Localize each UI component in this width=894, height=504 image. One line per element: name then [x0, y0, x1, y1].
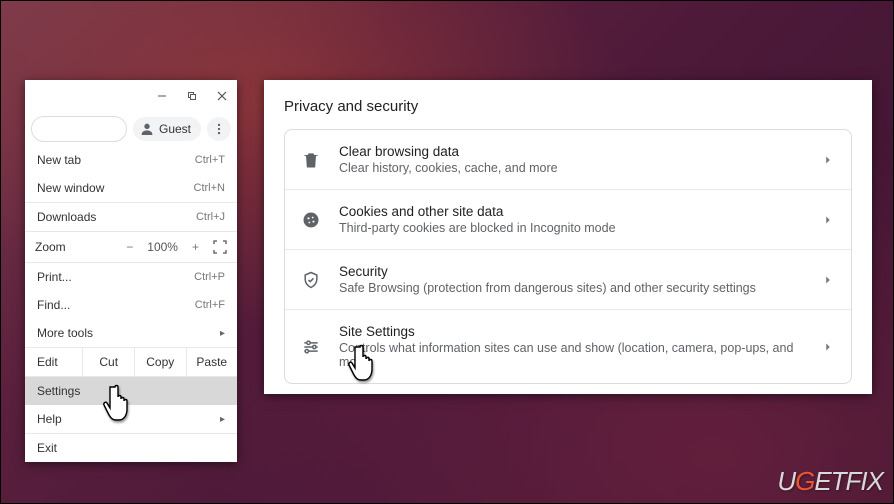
menu-more-tools[interactable]: More tools ▸: [25, 319, 237, 347]
menu-label: More tools: [37, 326, 93, 340]
sliders-icon: [301, 337, 321, 357]
setting-title: Clear browsing data: [339, 144, 803, 159]
chevron-right-icon: ▸: [220, 414, 225, 425]
copy-button[interactable]: Copy: [134, 348, 186, 376]
setting-subtitle: Clear history, cookies, cache, and more: [339, 161, 803, 175]
menu-label: Help: [37, 412, 62, 426]
paste-button[interactable]: Paste: [186, 348, 238, 376]
setting-title: Security: [339, 264, 803, 279]
menu-label: New window: [37, 181, 104, 195]
menu-new-tab[interactable]: New tab Ctrl+T: [25, 146, 237, 174]
row-site-settings[interactable]: Site Settings Controls what information …: [285, 309, 851, 383]
privacy-panel: Privacy and security Clear browsing data…: [264, 80, 872, 394]
row-security[interactable]: Security Safe Browsing (protection from …: [285, 249, 851, 309]
cookie-icon: [301, 210, 321, 230]
minimize-button[interactable]: [147, 80, 177, 112]
toolbar-row: Guest: [25, 112, 237, 146]
menu-settings[interactable]: Settings: [25, 377, 237, 405]
menu-label: Exit: [37, 441, 57, 455]
menu-label: Settings: [37, 384, 80, 398]
zoom-out-button[interactable]: −: [122, 238, 137, 256]
profile-chip[interactable]: Guest: [133, 117, 201, 141]
close-button[interactable]: [207, 80, 237, 112]
menu-shortcut: Ctrl+J: [196, 211, 225, 223]
menu-label: Downloads: [37, 210, 96, 224]
menu-shortcut: Ctrl+P: [194, 271, 225, 283]
menu-label: New tab: [37, 153, 81, 167]
fullscreen-icon[interactable]: [213, 240, 227, 254]
menu-shortcut: Ctrl+T: [195, 154, 225, 166]
row-cookies[interactable]: Cookies and other site data Third-party …: [285, 189, 851, 249]
setting-subtitle: Safe Browsing (protection from dangerous…: [339, 281, 803, 295]
menu-button[interactable]: [207, 117, 231, 141]
setting-text: Clear browsing data Clear history, cooki…: [339, 144, 803, 175]
chrome-menu-window: Guest New tab Ctrl+T New window Ctrl+N D…: [25, 80, 237, 462]
address-bar[interactable]: [31, 116, 127, 142]
menu-shortcut: Ctrl+F: [195, 299, 225, 311]
menu-print[interactable]: Print... Ctrl+P: [25, 263, 237, 291]
menu-find[interactable]: Find... Ctrl+F: [25, 291, 237, 319]
zoom-in-button[interactable]: +: [188, 238, 203, 256]
watermark: UGETFIX: [777, 466, 883, 497]
setting-text: Security Safe Browsing (protection from …: [339, 264, 803, 295]
zoom-label: Zoom: [35, 240, 66, 254]
setting-text: Cookies and other site data Third-party …: [339, 204, 803, 235]
edit-label: Edit: [25, 348, 82, 376]
setting-title: Site Settings: [339, 324, 803, 339]
menu-exit[interactable]: Exit: [25, 434, 237, 462]
person-icon: [139, 121, 155, 137]
chrome-menu: New tab Ctrl+T New window Ctrl+N Downloa…: [25, 146, 237, 462]
setting-title: Cookies and other site data: [339, 204, 803, 219]
panel-title: Privacy and security: [284, 98, 852, 115]
chevron-right-icon: [821, 273, 835, 287]
chevron-right-icon: ▸: [220, 328, 225, 339]
menu-edit-row: Edit Cut Copy Paste: [25, 348, 237, 376]
cut-button[interactable]: Cut: [82, 348, 134, 376]
close-icon: [217, 91, 227, 101]
chevron-right-icon: [821, 213, 835, 227]
dots-vertical-icon: [212, 122, 226, 136]
menu-shortcut: Ctrl+N: [194, 182, 225, 194]
maximize-icon: [187, 91, 197, 101]
menu-label: Find...: [37, 298, 70, 312]
chevron-right-icon: [821, 340, 835, 354]
menu-downloads[interactable]: Downloads Ctrl+J: [25, 203, 237, 231]
zoom-controls: − 100% +: [122, 238, 227, 256]
maximize-button[interactable]: [177, 80, 207, 112]
minimize-icon: [157, 91, 167, 101]
settings-card: Clear browsing data Clear history, cooki…: [284, 129, 852, 384]
setting-subtitle: Controls what information sites can use …: [339, 341, 803, 369]
profile-label: Guest: [159, 122, 191, 136]
menu-zoom: Zoom − 100% +: [25, 232, 237, 262]
shield-icon: [301, 270, 321, 290]
menu-new-window[interactable]: New window Ctrl+N: [25, 174, 237, 202]
chevron-right-icon: [821, 153, 835, 167]
row-clear-browsing-data[interactable]: Clear browsing data Clear history, cooki…: [285, 130, 851, 189]
setting-text: Site Settings Controls what information …: [339, 324, 803, 369]
setting-subtitle: Third-party cookies are blocked in Incog…: [339, 221, 803, 235]
zoom-value: 100%: [147, 240, 178, 254]
window-titlebar: [25, 80, 237, 112]
menu-help[interactable]: Help ▸: [25, 405, 237, 433]
menu-label: Print...: [37, 270, 72, 284]
trash-icon: [301, 150, 321, 170]
